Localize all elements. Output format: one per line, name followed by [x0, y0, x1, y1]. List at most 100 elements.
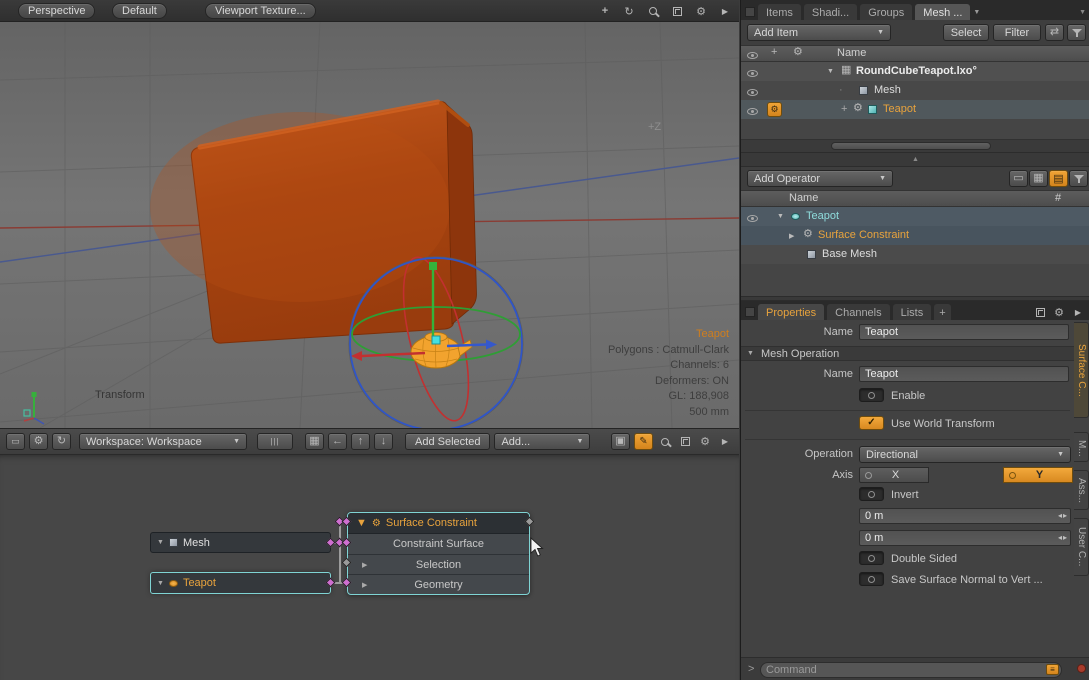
item-row-teapot[interactable]: ⚙ + ⚙ Teapot — [741, 100, 1089, 119]
viewport-canvas-3d[interactable] — [0, 22, 739, 428]
perspective-button[interactable]: Perspective — [18, 3, 95, 19]
item-row-mesh[interactable]: · Mesh — [741, 81, 1089, 100]
count-column-header[interactable]: # — [1055, 192, 1061, 204]
operator-row-surface-constraint[interactable]: ▶ ⚙ Surface Constraint — [741, 226, 1089, 245]
add-node-icon[interactable]: ▦ — [305, 433, 324, 450]
name-column-header[interactable]: Name — [789, 192, 818, 204]
3d-viewport[interactable]: Perspective Default Viewport Texture... … — [0, 0, 739, 428]
layout-columns-icon[interactable]: ||| — [257, 433, 293, 450]
tab-overflow-icon[interactable]: ▼ — [973, 9, 980, 16]
surface-constraint-header[interactable]: ▼ ⚙ Surface Constraint — [348, 513, 529, 534]
add-item-dropdown[interactable]: Add Item ▼ — [747, 24, 891, 41]
visibility-column-icon[interactable] — [747, 50, 758, 62]
side-tab-user-channels[interactable]: User C... — [1074, 518, 1089, 576]
node-mesh[interactable]: ▼ Mesh — [150, 532, 331, 553]
setup-column-icon[interactable]: ⚙ — [793, 47, 803, 58]
constraint-surface-row[interactable]: Constraint Surface — [348, 534, 529, 554]
tree-expand-plus-icon[interactable]: + — [841, 103, 847, 115]
mesh-operation-section-header[interactable]: ▼ Mesh Operation — [741, 346, 1074, 361]
item-row-scene[interactable]: ▼ ▦ RoundCubeTeapot.lxo° — [741, 62, 1089, 81]
command-input[interactable] — [760, 662, 1062, 678]
schematic-canvas[interactable]: ▼ Mesh ▼ Teapot ▼ ⚙ Surface Constraint — [0, 455, 739, 680]
invert-checkbox[interactable] — [859, 487, 884, 501]
scrollbar-thumb[interactable] — [831, 142, 991, 150]
tab-groups[interactable]: Groups — [860, 4, 912, 20]
add-dropdown[interactable]: Add... ▼ — [494, 433, 590, 450]
axis-x-option[interactable]: X — [859, 467, 929, 483]
operation-name-input[interactable] — [859, 366, 1069, 382]
swap-columns-icon[interactable]: ⇄ — [1045, 24, 1064, 41]
side-tab-assembly[interactable]: Ass... — [1074, 470, 1089, 510]
eye-icon[interactable] — [747, 106, 758, 118]
gear-add-icon[interactable]: ⚙ — [29, 433, 48, 450]
panel-splitter[interactable]: ▲ — [741, 152, 1089, 167]
panel-settings-gear-icon[interactable]: ⚙ — [1051, 304, 1067, 320]
filter-funnel-icon[interactable] — [1069, 170, 1088, 187]
render-column-icon[interactable]: + — [771, 47, 777, 58]
node-surface-constraint[interactable]: ▼ ⚙ Surface Constraint Constraint Surfac… — [347, 512, 530, 595]
tab-shading[interactable]: Shadi... — [804, 4, 857, 20]
viewport-settings-gear-icon[interactable]: ⚙ — [693, 3, 709, 19]
chevron-down-icon[interactable]: ▼ — [157, 580, 164, 587]
zoom-icon[interactable] — [645, 3, 661, 19]
layout-preset-icon[interactable]: ▭ — [6, 433, 25, 450]
side-tab-surface-constraint[interactable]: Surface C... — [1074, 322, 1089, 418]
tab-lists[interactable]: Lists — [893, 304, 932, 320]
disclosure-down-icon[interactable]: ▼ — [777, 213, 784, 220]
chevron-right-icon[interactable]: ▶ — [362, 581, 367, 589]
enable-checkbox[interactable] — [859, 388, 884, 402]
select-button[interactable]: Select — [943, 24, 989, 41]
item-name-input[interactable] — [859, 324, 1069, 340]
mini-slider-icon[interactable]: ◂▸ — [1058, 511, 1068, 520]
operator-row-teapot[interactable]: ▼ Teapot — [741, 207, 1089, 226]
command-history-icon[interactable]: ≡ — [1046, 664, 1059, 675]
viewport-menu-arrow-icon[interactable]: ▶ — [717, 3, 733, 19]
gear-sync-icon[interactable]: ↻ — [52, 433, 71, 450]
panel-corner-icon[interactable] — [745, 307, 755, 317]
offset-input[interactable] — [859, 508, 1071, 524]
operation-dropdown[interactable]: Directional ▼ — [859, 446, 1071, 463]
align-down-icon[interactable]: ↓ — [374, 433, 393, 450]
maximize-panel-icon[interactable] — [1032, 304, 1048, 320]
add-operator-dropdown[interactable]: Add Operator ▼ — [747, 170, 893, 187]
default-shading-button[interactable]: Default — [112, 3, 167, 19]
panel-corner-icon[interactable] — [745, 7, 755, 17]
selection-row[interactable]: ▶ Selection — [348, 554, 529, 574]
workspace-dropdown[interactable]: Workspace: Workspace ▼ — [79, 433, 247, 450]
eye-icon[interactable] — [747, 68, 758, 80]
eye-icon[interactable] — [747, 213, 758, 225]
double-sided-checkbox[interactable] — [859, 551, 884, 565]
grid-view-icon[interactable]: ▦ — [1029, 170, 1048, 187]
event-log-alert-icon[interactable] — [1077, 664, 1086, 673]
operator-list-body[interactable]: ▼ Teapot ▶ ⚙ Surface Constraint Base Mes… — [741, 207, 1089, 296]
tab-items[interactable]: Items — [758, 4, 801, 20]
maximize-viewport-icon[interactable] — [677, 434, 693, 450]
filter-funnel-icon[interactable] — [1067, 24, 1086, 41]
disclosure-down-icon[interactable]: ▼ — [827, 68, 834, 75]
mini-slider-icon[interactable]: ◂▸ — [1058, 533, 1068, 542]
align-left-icon[interactable]: ← — [328, 433, 347, 450]
list-view-icon[interactable]: ▭ — [1009, 170, 1028, 187]
filter-button[interactable]: Filter — [993, 24, 1041, 41]
viewport-settings-gear-icon[interactable]: ⚙ — [697, 434, 713, 450]
geometry-row[interactable]: ▶ Geometry — [348, 574, 529, 594]
chevron-down-icon[interactable]: ▼ — [356, 517, 367, 529]
maximize-viewport-icon[interactable] — [669, 3, 685, 19]
align-up-icon[interactable]: ↑ — [351, 433, 370, 450]
chevron-down-icon[interactable]: ▼ — [157, 539, 164, 546]
axis-y-option[interactable]: Y — [1003, 467, 1073, 483]
details-view-icon[interactable]: ▤ — [1049, 170, 1068, 187]
item-list-hscrollbar[interactable] — [741, 139, 1089, 152]
node-teapot[interactable]: ▼ Teapot — [150, 572, 331, 594]
item-list-body[interactable]: ▼ ▦ RoundCubeTeapot.lxo° · Mesh ⚙ + ⚙ Te… — [741, 62, 1089, 139]
operator-row-base-mesh[interactable]: Base Mesh — [741, 245, 1089, 264]
edit-mode-icon[interactable]: ✎ — [634, 433, 653, 450]
add-selected-button[interactable]: Add Selected — [405, 433, 490, 450]
chevron-right-icon[interactable]: ▶ — [362, 561, 367, 569]
panel-menu-icon[interactable]: ▼ — [1079, 9, 1086, 16]
save-surface-normal-checkbox[interactable] — [859, 572, 884, 586]
tab-properties[interactable]: Properties — [758, 304, 824, 320]
eye-icon[interactable] — [747, 87, 758, 99]
tab-channels[interactable]: Channels — [827, 304, 889, 320]
tab-mesh-ops[interactable]: Mesh ... — [915, 4, 970, 20]
